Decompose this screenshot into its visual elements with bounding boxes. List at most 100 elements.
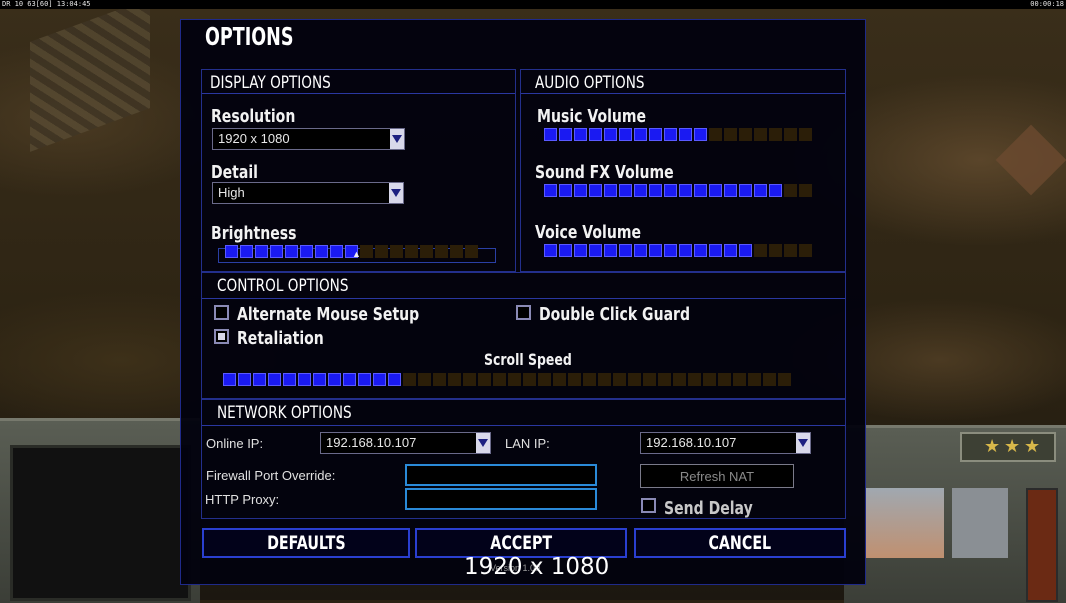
scroll-speed-segment[interactable] (703, 373, 716, 386)
brightness-segment[interactable] (405, 245, 418, 258)
voice-volume-segment[interactable] (679, 244, 692, 257)
sfx-volume-segment[interactable] (694, 184, 707, 197)
brightness-segment[interactable] (330, 245, 343, 258)
scroll-speed-segment[interactable] (433, 373, 446, 386)
scroll-speed-segment[interactable] (508, 373, 521, 386)
voice-volume-segment[interactable] (544, 244, 557, 257)
scroll-speed-segment[interactable] (688, 373, 701, 386)
sfx-volume-segment[interactable] (619, 184, 632, 197)
music-volume-segment[interactable] (589, 128, 602, 141)
music-volume-segment[interactable] (739, 128, 752, 141)
sfx-volume-segment[interactable] (739, 184, 752, 197)
voice-volume-segment[interactable] (589, 244, 602, 257)
brightness-segment[interactable] (420, 245, 433, 258)
scroll-speed-segment[interactable] (328, 373, 341, 386)
scroll-speed-segment[interactable] (358, 373, 371, 386)
music-volume-segment[interactable] (619, 128, 632, 141)
music-volume-segment[interactable] (559, 128, 572, 141)
scroll-speed-segment[interactable] (538, 373, 551, 386)
brightness-segment[interactable] (360, 245, 373, 258)
sfx-volume-segment[interactable] (784, 184, 797, 197)
online-ip-dropdown[interactable]: 192.168.10.107 (320, 432, 491, 454)
music-volume-segment[interactable] (649, 128, 662, 141)
scroll-speed-segment[interactable] (718, 373, 731, 386)
voice-volume-slider[interactable] (544, 244, 812, 257)
sfx-volume-segment[interactable] (709, 184, 722, 197)
brightness-segment[interactable] (255, 245, 268, 258)
voice-volume-segment[interactable] (724, 244, 737, 257)
music-volume-segment[interactable] (664, 128, 677, 141)
brightness-segment[interactable] (450, 245, 463, 258)
voice-volume-segment[interactable] (559, 244, 572, 257)
cancel-button[interactable]: CANCEL (634, 528, 846, 558)
sfx-volume-segment[interactable] (724, 184, 737, 197)
voice-volume-segment[interactable] (769, 244, 782, 257)
scroll-speed-segment[interactable] (643, 373, 656, 386)
brightness-segment[interactable] (240, 245, 253, 258)
music-volume-segment[interactable] (604, 128, 617, 141)
scroll-speed-segment[interactable] (403, 373, 416, 386)
resolution-dropdown[interactable]: 1920 x 1080 (212, 128, 405, 150)
sfx-volume-segment[interactable] (604, 184, 617, 197)
scroll-speed-segment[interactable] (778, 373, 791, 386)
scroll-speed-segment[interactable] (223, 373, 236, 386)
scroll-speed-segment[interactable] (628, 373, 641, 386)
brightness-segment[interactable] (315, 245, 328, 258)
sfx-volume-segment[interactable] (754, 184, 767, 197)
scroll-speed-segment[interactable] (763, 373, 776, 386)
scroll-speed-segment[interactable] (583, 373, 596, 386)
scroll-speed-segment[interactable] (493, 373, 506, 386)
voice-volume-segment[interactable] (739, 244, 752, 257)
voice-volume-segment[interactable] (574, 244, 587, 257)
brightness-segment[interactable] (465, 245, 478, 258)
lan-ip-dropdown[interactable]: 192.168.10.107 (640, 432, 811, 454)
scroll-speed-segment[interactable] (253, 373, 266, 386)
music-volume-segment[interactable] (784, 128, 797, 141)
scroll-speed-segment[interactable] (658, 373, 671, 386)
music-volume-segment[interactable] (709, 128, 722, 141)
brightness-segment[interactable] (225, 245, 238, 258)
scroll-speed-segment[interactable] (268, 373, 281, 386)
scroll-speed-segment[interactable] (733, 373, 746, 386)
music-volume-segment[interactable] (544, 128, 557, 141)
chevron-down-icon[interactable] (796, 433, 810, 453)
brightness-segment[interactable] (270, 245, 283, 258)
sfx-volume-segment[interactable] (574, 184, 587, 197)
scroll-speed-segment[interactable] (283, 373, 296, 386)
music-volume-segment[interactable] (634, 128, 647, 141)
voice-volume-segment[interactable] (664, 244, 677, 257)
voice-volume-segment[interactable] (634, 244, 647, 257)
sfx-volume-segment[interactable] (679, 184, 692, 197)
brightness-segment[interactable] (435, 245, 448, 258)
chevron-down-icon[interactable] (389, 183, 403, 203)
scroll-speed-segment[interactable] (463, 373, 476, 386)
sfx-volume-segment[interactable] (799, 184, 812, 197)
music-volume-segment[interactable] (574, 128, 587, 141)
scroll-speed-segment[interactable] (298, 373, 311, 386)
scroll-speed-segment[interactable] (448, 373, 461, 386)
detail-dropdown[interactable]: High (212, 182, 404, 204)
chevron-down-icon[interactable] (390, 129, 404, 149)
voice-volume-segment[interactable] (799, 244, 812, 257)
brightness-segment[interactable] (300, 245, 313, 258)
slider-thumb-icon[interactable]: ▲ (352, 249, 361, 259)
sfx-volume-segment[interactable] (649, 184, 662, 197)
music-volume-segment[interactable] (754, 128, 767, 141)
sfx-volume-segment[interactable] (664, 184, 677, 197)
http-proxy-input[interactable] (405, 488, 597, 510)
retaliation-checkbox[interactable] (214, 329, 229, 344)
sfx-volume-segment[interactable] (559, 184, 572, 197)
music-volume-segment[interactable] (799, 128, 812, 141)
defaults-button[interactable]: DEFAULTS (202, 528, 410, 558)
voice-volume-segment[interactable] (709, 244, 722, 257)
scroll-speed-segment[interactable] (418, 373, 431, 386)
voice-volume-segment[interactable] (784, 244, 797, 257)
voice-volume-segment[interactable] (754, 244, 767, 257)
music-volume-segment[interactable] (769, 128, 782, 141)
music-volume-segment[interactable] (694, 128, 707, 141)
send-delay-checkbox[interactable] (641, 498, 656, 513)
sfx-volume-segment[interactable] (634, 184, 647, 197)
scroll-speed-slider[interactable] (223, 373, 791, 386)
brightness-segment[interactable] (375, 245, 388, 258)
voice-volume-segment[interactable] (694, 244, 707, 257)
